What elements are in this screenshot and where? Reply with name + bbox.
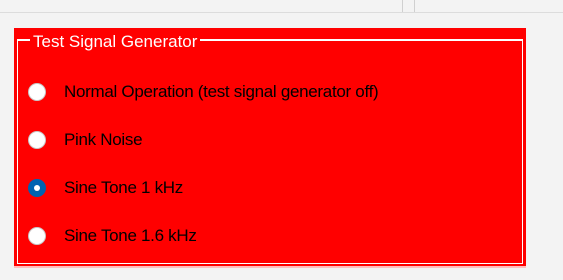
groupbox-bottom-edge [14,266,526,268]
radio-normal-operation[interactable]: Normal Operation (test signal generator … [28,78,379,106]
radio-button-normal-operation[interactable] [28,83,46,101]
radio-selected-dot [34,185,40,191]
radio-sine-tone-1khz[interactable]: Sine Tone 1 kHz [28,174,183,202]
radio-label-pink-noise[interactable]: Pink Noise [64,130,143,150]
radio-label-normal-operation[interactable]: Normal Operation (test signal generator … [64,82,379,102]
test-signal-generator-groupbox: Test Signal Generator Normal Operation (… [14,28,526,268]
radio-button-sine-tone-1-6khz[interactable] [28,227,46,245]
top-panel-edge [0,0,563,14]
radio-label-sine-tone-1-6khz[interactable]: Sine Tone 1.6 kHz [64,226,197,246]
radio-pink-noise[interactable]: Pink Noise [28,126,143,154]
radio-button-pink-noise[interactable] [28,131,46,149]
panel-bottom-border [0,12,563,13]
groupbox-title: Test Signal Generator [30,32,201,52]
radio-button-sine-tone-1khz[interactable] [28,179,46,197]
radio-label-sine-tone-1khz[interactable]: Sine Tone 1 kHz [64,178,183,198]
radio-sine-tone-1-6khz[interactable]: Sine Tone 1.6 kHz [28,222,197,250]
